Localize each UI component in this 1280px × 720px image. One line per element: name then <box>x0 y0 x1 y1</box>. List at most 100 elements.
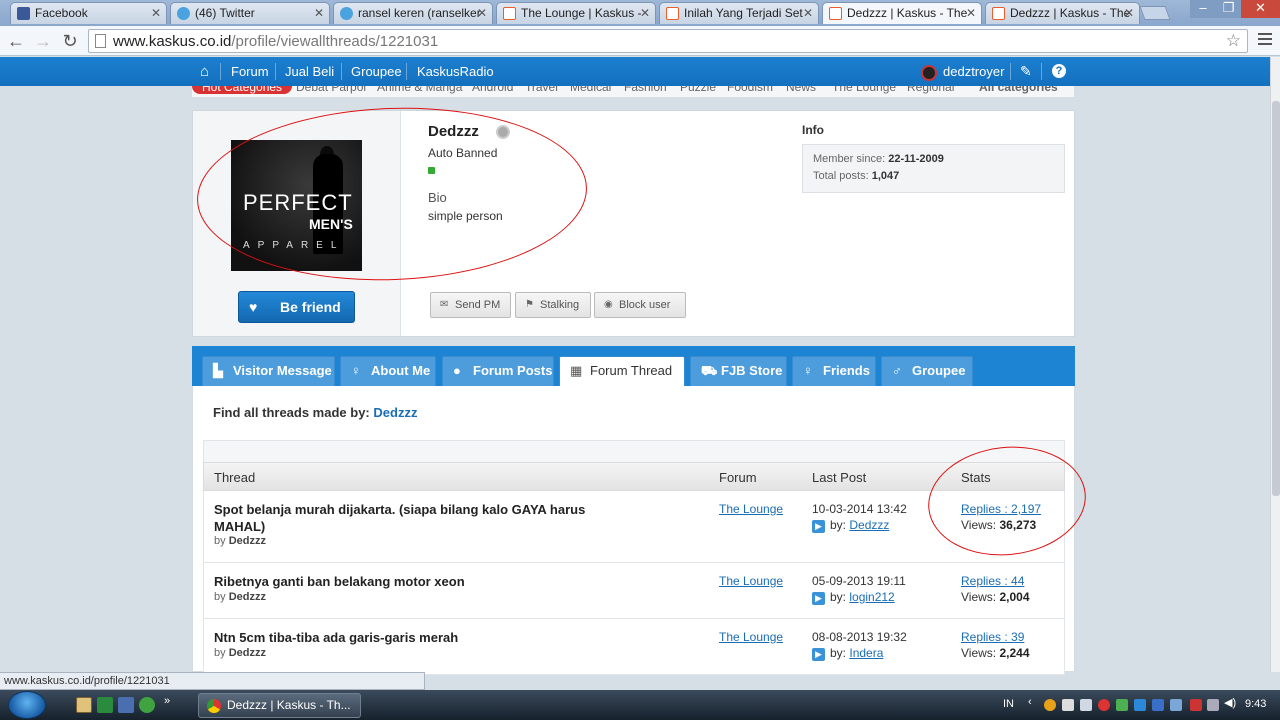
forum-link[interactable]: The Lounge <box>719 574 783 588</box>
tab-groupee[interactable]: ♂ Groupee <box>881 356 973 386</box>
arrow-right-icon[interactable]: ▶ <box>812 648 825 661</box>
nav-groupee[interactable]: Groupee <box>351 57 402 86</box>
tray-app-icon[interactable] <box>1190 699 1202 711</box>
close-window-button[interactable]: ✕ <box>1241 0 1280 18</box>
address-bar[interactable]: www.kaskus.co.id/profile/viewallthreads/… <box>88 29 1248 53</box>
last-post-user-link[interactable]: Indera <box>849 646 883 660</box>
avatar <box>921 64 937 81</box>
arrow-right-icon[interactable]: ▶ <box>812 592 825 605</box>
category-item[interactable]: Medical <box>570 86 611 94</box>
pencil-icon[interactable]: ✎ <box>1020 57 1032 86</box>
tray-app-icon[interactable] <box>1044 699 1056 711</box>
close-icon[interactable]: ✕ <box>966 3 976 23</box>
clock[interactable]: 9:43 <box>1245 698 1266 710</box>
browser-tab-twitter-2[interactable]: ransel keren (ranselker ✕ <box>333 2 493 24</box>
category-item[interactable]: News <box>786 86 816 94</box>
tab-forum-posts[interactable]: ● Forum Posts <box>442 356 554 386</box>
utorrent-icon[interactable] <box>139 697 155 713</box>
flag-icon: ⚑ <box>525 299 534 310</box>
category-item[interactable]: Foodism <box>727 86 773 94</box>
explorer-icon[interactable] <box>76 697 92 713</box>
minimize-button[interactable]: – <box>1190 0 1216 18</box>
tab-forum-thread[interactable]: ▦ Forum Thread <box>559 356 685 386</box>
thread-title[interactable]: Spot belanja murah dijakarta. (siapa bil… <box>214 501 585 535</box>
back-arrow-icon[interactable]: ← <box>5 30 27 52</box>
nav-divider <box>220 63 221 80</box>
all-categories[interactable]: All categories <box>979 86 1058 94</box>
tray-app-icon[interactable] <box>1062 699 1074 711</box>
volume-icon[interactable]: ◀) <box>1224 696 1236 709</box>
nav-jual-beli[interactable]: Jual Beli <box>285 57 334 86</box>
tray-app-icon[interactable] <box>1170 699 1182 711</box>
start-button[interactable] <box>8 691 46 719</box>
tray-app-icon[interactable] <box>1098 699 1110 711</box>
category-item[interactable]: Puzzle <box>680 86 716 94</box>
tray-app-icon[interactable] <box>1116 699 1128 711</box>
excel-icon[interactable] <box>97 697 113 713</box>
menu-icon[interactable] <box>1258 33 1272 45</box>
replies-link[interactable]: Replies : 2,197 <box>961 502 1041 516</box>
tab-fjb-store[interactable]: ⛟ FJB Store <box>690 356 787 386</box>
category-item[interactable]: Travel <box>525 86 558 94</box>
close-icon[interactable]: ✕ <box>477 3 487 23</box>
forum-link[interactable]: The Lounge <box>719 502 783 516</box>
maximize-button[interactable]: ❐ <box>1216 0 1241 18</box>
nav-forum[interactable]: Forum <box>231 57 269 86</box>
nav-kaskusradio[interactable]: KaskusRadio <box>417 57 494 86</box>
tray-app-icon[interactable] <box>1152 699 1164 711</box>
media-icon[interactable] <box>118 697 134 713</box>
close-icon[interactable]: ✕ <box>1124 3 1134 23</box>
browser-tab-facebook[interactable]: Facebook ✕ <box>10 2 167 24</box>
last-post-user-link[interactable]: Dedzzz <box>849 518 889 532</box>
category-item[interactable]: Android <box>472 86 513 94</box>
tab-friends[interactable]: ♀ Friends <box>792 356 876 386</box>
send-pm-button[interactable]: ✉ Send PM <box>430 292 511 318</box>
close-icon[interactable]: ✕ <box>640 3 650 23</box>
taskbar-chrome-window[interactable]: Dedzzz | Kaskus - Th... <box>198 693 361 718</box>
category-item[interactable]: The Lounge <box>832 86 896 94</box>
home-icon[interactable]: ⌂ <box>200 57 209 86</box>
reload-icon[interactable]: ↻ <box>59 30 81 52</box>
hot-categories[interactable]: Hot Categories <box>192 86 293 94</box>
scrollbar-thumb[interactable] <box>1272 101 1280 496</box>
block-user-button[interactable]: ◉ Block user <box>594 292 686 318</box>
thread-title[interactable]: Ntn 5cm tiba-tiba ada garis-garis merah <box>214 629 458 646</box>
close-icon[interactable]: ✕ <box>151 3 161 23</box>
help-icon[interactable]: ? <box>1052 64 1066 78</box>
replies-link[interactable]: Replies : 39 <box>961 630 1024 644</box>
browser-tab-kaskus-inilah[interactable]: Inilah Yang Terjadi Set ✕ <box>659 2 819 24</box>
browser-tab-dedzzz[interactable]: Dedzzz | Kaskus - The ✕ <box>985 2 1140 24</box>
language-indicator[interactable]: IN <box>1003 698 1014 710</box>
user-menu[interactable]: dedztroyer <box>921 57 1004 86</box>
category-item[interactable]: Anime & Manga <box>377 86 462 94</box>
tab-visitor-message[interactable]: ▙ Visitor Message <box>202 356 335 386</box>
forward-arrow-icon[interactable]: → <box>32 30 54 52</box>
browser-tab-dedzzz-active[interactable]: Dedzzz | Kaskus - The ✕ <box>822 2 982 24</box>
stalking-button[interactable]: ⚑ Stalking <box>515 292 591 318</box>
tray-app-icon[interactable] <box>1134 699 1146 711</box>
be-friend-button[interactable]: ♥ Be friend <box>238 291 355 323</box>
tray-app-icon[interactable] <box>1080 699 1092 711</box>
bookmark-star-icon[interactable]: ☆ <box>1226 31 1241 51</box>
last-post-user-link[interactable]: login212 <box>849 590 894 604</box>
find-user-link[interactable]: Dedzzz <box>373 405 417 420</box>
browser-tab-kaskus-lounge[interactable]: The Lounge | Kaskus - ✕ <box>496 2 656 24</box>
nav-divider <box>341 63 342 80</box>
new-tab-button[interactable] <box>1139 6 1171 20</box>
page-scrollbar[interactable] <box>1270 57 1280 672</box>
network-icon[interactable] <box>1207 699 1219 711</box>
forum-link[interactable]: The Lounge <box>719 630 783 644</box>
category-item[interactable]: Debat Parpol <box>296 86 366 94</box>
browser-tab-twitter[interactable]: (46) Twitter ✕ <box>170 2 330 24</box>
chevron-right-icon[interactable]: » <box>164 695 180 711</box>
close-icon[interactable]: ✕ <box>803 3 813 23</box>
close-icon[interactable]: ✕ <box>314 3 324 23</box>
tab-about-me[interactable]: ♀ About Me <box>340 356 436 386</box>
replies-link[interactable]: Replies : 44 <box>961 574 1024 588</box>
tray-expand-icon[interactable]: ‹ <box>1028 696 1040 708</box>
category-item[interactable]: Regional <box>907 86 954 94</box>
thread-title[interactable]: Ribetnya ganti ban belakang motor xeon <box>214 573 465 590</box>
find-label-text: Find all threads made by: <box>213 405 370 420</box>
category-item[interactable]: Fashion <box>624 86 667 94</box>
arrow-right-icon[interactable]: ▶ <box>812 520 825 533</box>
